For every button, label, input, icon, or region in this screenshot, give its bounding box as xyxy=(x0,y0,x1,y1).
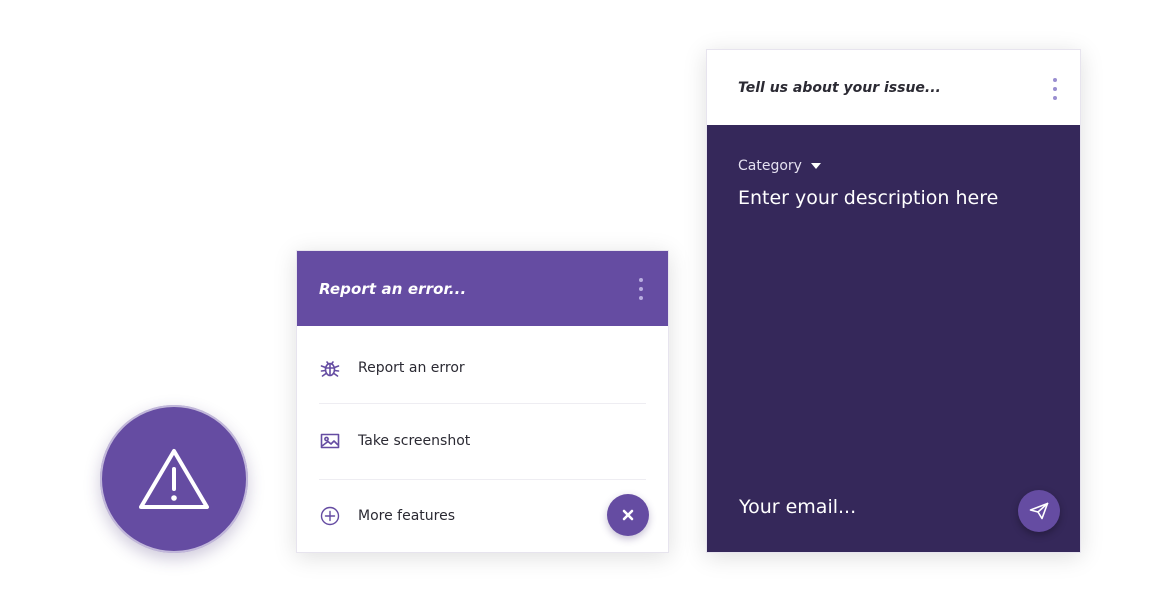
send-button[interactable] xyxy=(1018,490,1060,532)
menu-item-take-screenshot[interactable]: Take screenshot xyxy=(319,421,646,461)
more-vertical-icon[interactable] xyxy=(1050,78,1060,100)
warning-triangle-icon xyxy=(139,449,209,509)
menu-divider xyxy=(319,479,646,480)
close-button[interactable] xyxy=(607,494,649,536)
warning-fab-button[interactable] xyxy=(100,405,248,553)
plus-circle-icon xyxy=(319,505,341,527)
menu-item-label: Take screenshot xyxy=(358,433,471,449)
menu-item-more-features[interactable]: More features xyxy=(319,496,646,536)
menu-item-label: Report an error xyxy=(358,360,465,376)
issue-card-title: Tell us about your issue... xyxy=(738,79,941,96)
more-vertical-icon[interactable] xyxy=(636,278,646,300)
category-label: Category xyxy=(738,158,802,174)
menu-item-report-error[interactable]: Report an error xyxy=(319,348,646,388)
report-menu-card: Report an error... Report an error Take … xyxy=(296,250,669,553)
close-icon xyxy=(622,509,634,521)
email-input[interactable]: Your email... xyxy=(739,496,856,518)
issue-form-card: Tell us about your issue... Category Ent… xyxy=(706,49,1081,553)
description-input[interactable]: Enter your description here xyxy=(738,187,1049,209)
category-dropdown[interactable]: Category xyxy=(738,158,821,174)
caret-down-icon xyxy=(810,163,821,169)
image-icon xyxy=(319,430,341,452)
bug-icon xyxy=(319,357,341,379)
issue-card-header: Tell us about your issue... xyxy=(707,50,1080,125)
send-icon xyxy=(1029,502,1049,520)
menu-item-label: More features xyxy=(358,508,455,524)
issue-form-body: Category Enter your description here You… xyxy=(707,125,1080,552)
stage: Report an error... Report an error Take … xyxy=(0,0,1167,590)
menu-divider xyxy=(319,403,646,404)
menu-card-title: Report an error... xyxy=(319,279,467,298)
menu-card-header: Report an error... xyxy=(297,251,668,326)
